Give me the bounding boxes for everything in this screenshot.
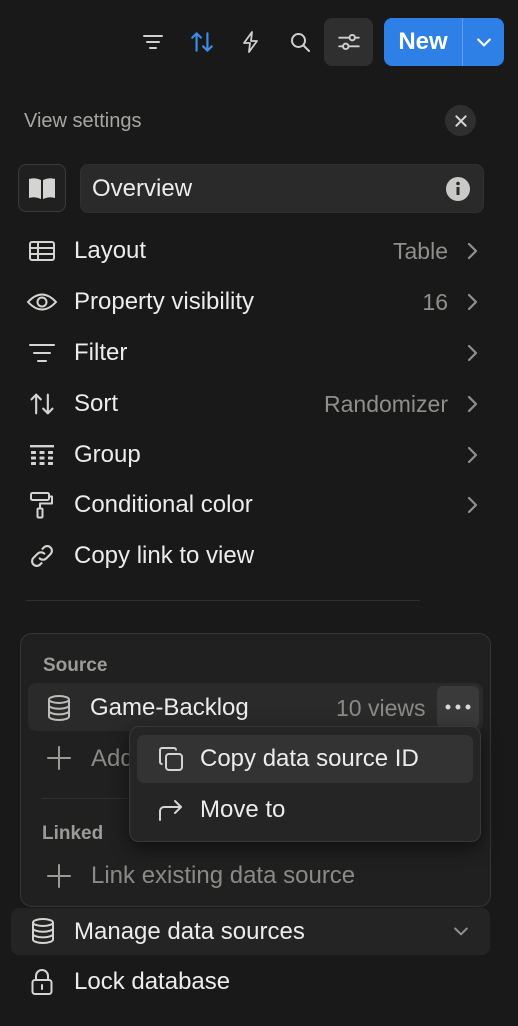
- new-button-label[interactable]: New: [384, 18, 462, 66]
- chevron-right-icon: [462, 241, 482, 261]
- move-arrow-icon: [151, 798, 191, 822]
- link-existing-source-button[interactable]: Link existing data source: [91, 862, 355, 890]
- divider: [26, 600, 420, 601]
- filter-label: Filter: [74, 339, 128, 366]
- sort-icon: [22, 382, 62, 426]
- lightning-icon[interactable]: [231, 22, 271, 62]
- chevron-right-icon: [462, 292, 482, 312]
- chevron-right-icon: [462, 394, 482, 414]
- group-label: Group: [74, 441, 141, 468]
- view-name-input[interactable]: Overview: [80, 164, 484, 213]
- view-name-value[interactable]: Overview: [92, 175, 192, 203]
- info-icon[interactable]: [445, 176, 471, 202]
- database-icon: [30, 917, 56, 945]
- chevron-down-icon[interactable]: [463, 18, 504, 66]
- source-heading: Source: [43, 655, 108, 676]
- layout-row[interactable]: Layout Table: [22, 229, 482, 273]
- move-to-label: Move to: [200, 796, 286, 823]
- sort-row[interactable]: Sort Randomizer: [22, 382, 482, 426]
- copy-link-row[interactable]: Copy link to view: [22, 534, 482, 578]
- sort-value: Randomizer: [324, 390, 448, 417]
- lock-database-row[interactable]: Lock database: [22, 960, 482, 1004]
- chevron-right-icon: [462, 495, 482, 515]
- chevron-right-icon: [462, 343, 482, 363]
- sort-arrows-icon[interactable]: [182, 22, 222, 62]
- chevron-right-icon: [462, 445, 482, 465]
- more-options-icon[interactable]: [437, 686, 479, 728]
- filter-lines-icon[interactable]: [133, 22, 173, 62]
- layout-value: Table: [393, 237, 448, 264]
- conditional-color-row[interactable]: Conditional color: [22, 483, 482, 527]
- lock-database-label: Lock database: [74, 968, 231, 995]
- divider: [42, 798, 132, 799]
- group-row[interactable]: Group: [22, 433, 482, 477]
- sort-label: Sort: [74, 390, 119, 417]
- eye-icon: [22, 280, 62, 324]
- table-icon: [22, 229, 62, 273]
- conditional-color-label: Conditional color: [74, 491, 253, 518]
- manage-data-sources-label: Manage data sources: [74, 918, 305, 945]
- link-icon: [22, 534, 62, 578]
- sliders-icon[interactable]: [324, 18, 373, 66]
- property-visibility-value: 16: [422, 288, 448, 315]
- source-name[interactable]: Game-Backlog: [90, 694, 249, 722]
- chevron-down-icon[interactable]: [451, 921, 471, 941]
- plus-icon: [46, 745, 72, 771]
- add-source-label[interactable]: Add: [91, 745, 134, 773]
- copy-data-source-id-item[interactable]: Copy data source ID: [137, 735, 473, 783]
- copy-link-label: Copy link to view: [74, 542, 255, 569]
- view-icon-picker[interactable]: [18, 164, 66, 212]
- move-to-item[interactable]: Move to: [137, 786, 473, 834]
- copy-data-source-id-label: Copy data source ID: [200, 745, 419, 772]
- layout-label: Layout: [74, 237, 147, 264]
- view-settings-title: View settings: [24, 110, 142, 132]
- group-grid-icon: [22, 433, 62, 477]
- plus-icon: [46, 863, 72, 889]
- linked-heading: Linked: [42, 823, 104, 844]
- close-icon[interactable]: [445, 105, 476, 136]
- property-visibility-row[interactable]: Property visibility 16: [22, 280, 482, 324]
- new-button[interactable]: New: [384, 18, 504, 66]
- filter-icon: [22, 331, 62, 375]
- paint-roller-icon: [22, 483, 62, 527]
- book-icon: [27, 175, 57, 201]
- property-visibility-label: Property visibility: [74, 288, 255, 315]
- database-icon: [46, 694, 72, 722]
- filter-row[interactable]: Filter: [22, 331, 482, 375]
- source-views-count: 10 views: [336, 695, 426, 721]
- search-icon[interactable]: [280, 22, 320, 62]
- lock-icon: [22, 960, 62, 1004]
- copy-icon: [151, 745, 191, 773]
